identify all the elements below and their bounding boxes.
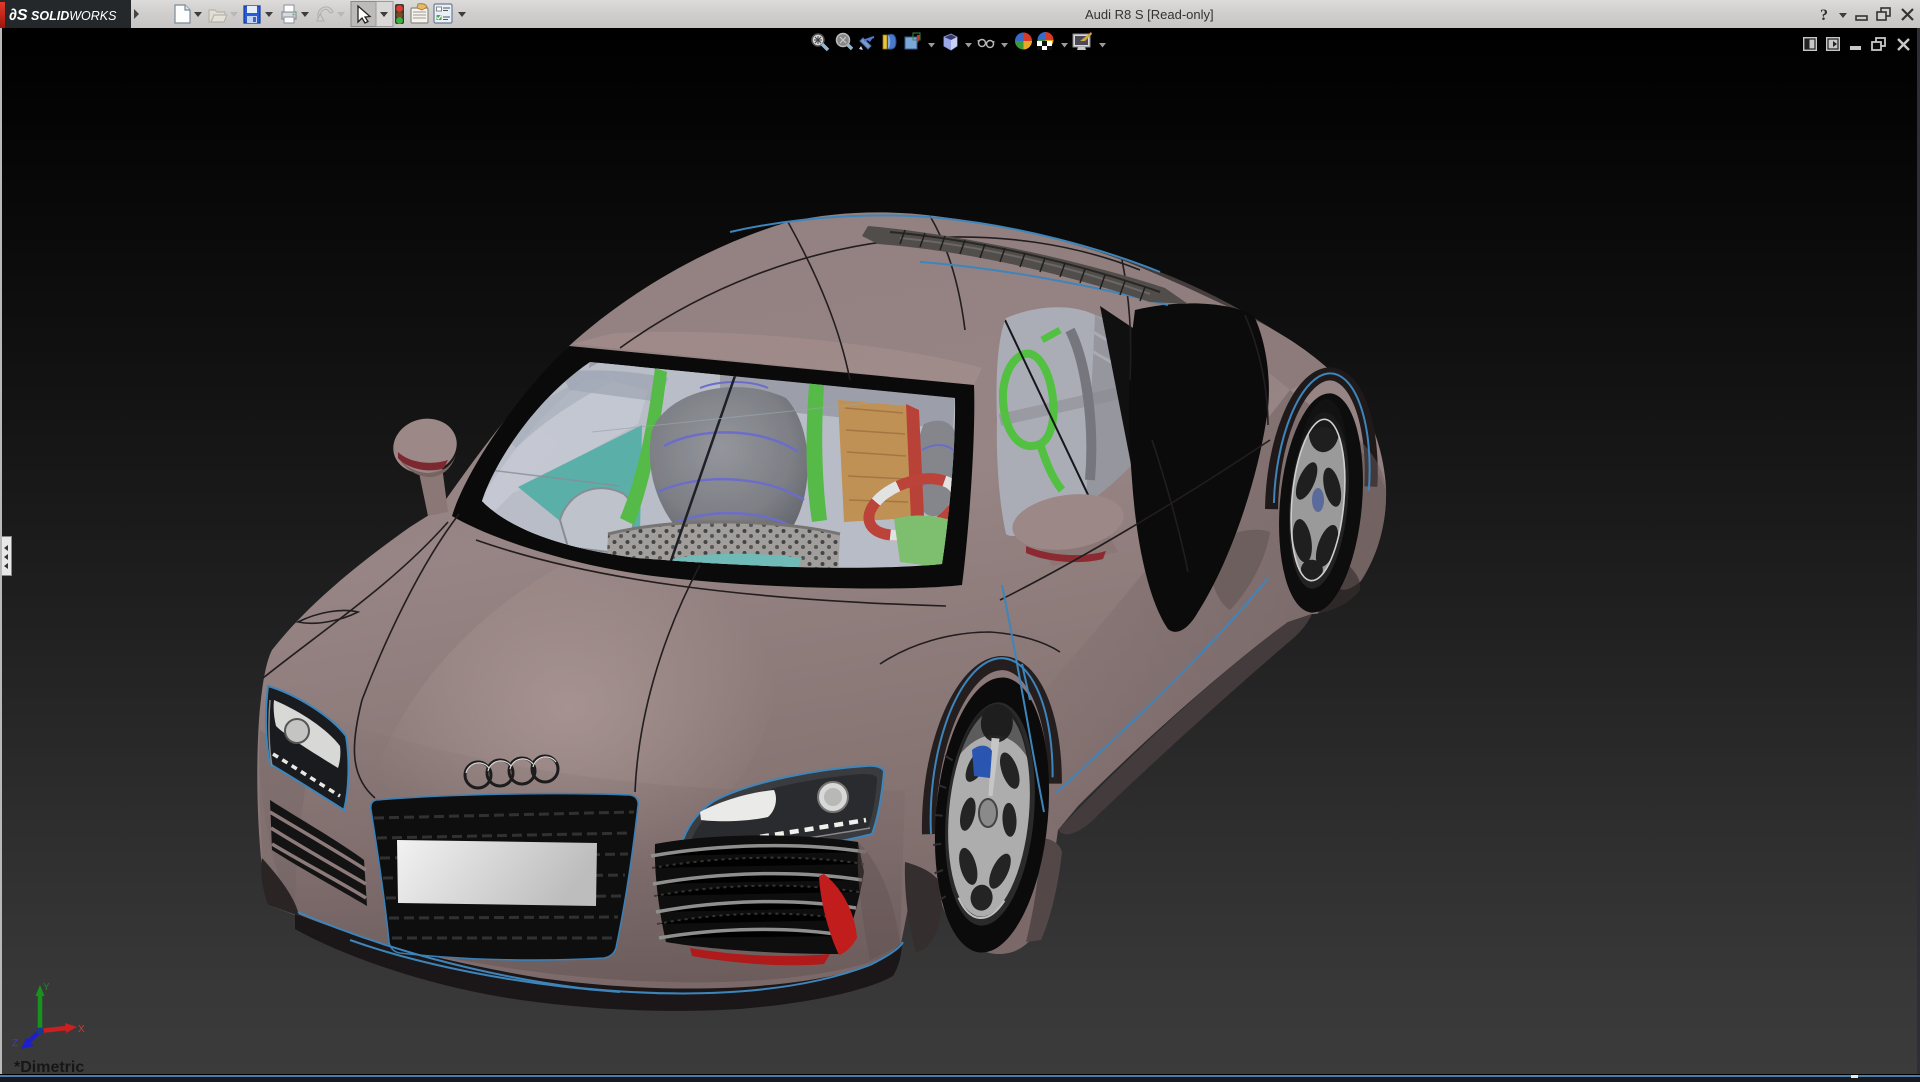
svg-text:X: X (78, 1024, 85, 1035)
svg-text:Z: Z (12, 1038, 18, 1049)
svg-text:Y: Y (43, 982, 50, 993)
svg-text:?: ? (1820, 7, 1828, 24)
